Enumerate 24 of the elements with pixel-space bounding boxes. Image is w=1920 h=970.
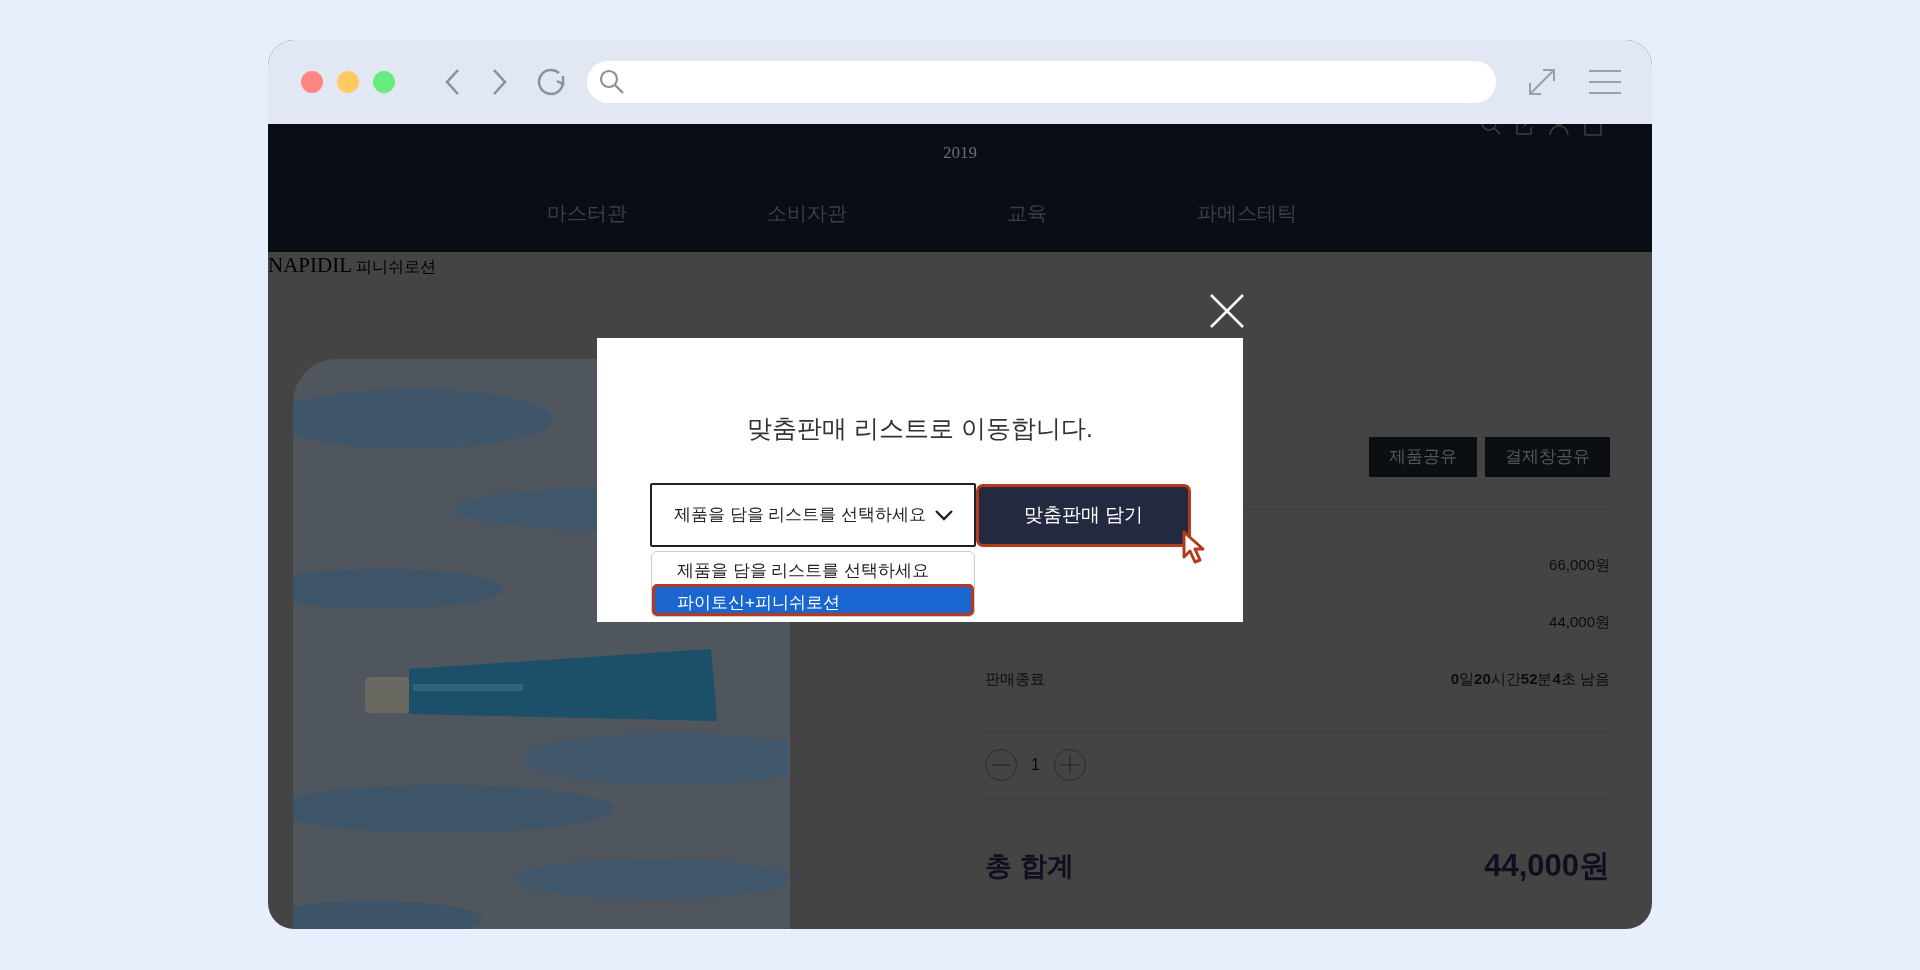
window-maximize-button[interactable]	[373, 71, 395, 93]
add-to-list-button[interactable]: 맞춤판매 담기	[976, 484, 1191, 547]
logo-year: 2019	[943, 142, 977, 164]
window-minimize-button[interactable]	[337, 71, 359, 93]
countdown-text: 0일20시간52분4초 남음	[1450, 668, 1610, 689]
menu-icon[interactable]	[1588, 68, 1622, 96]
modal-message: 맞춤판매 리스트로 이동합니다.	[746, 413, 1094, 444]
cursor-icon	[1181, 529, 1207, 565]
list-select[interactable]: 제품을 담을 리스트를 선택하세요	[650, 483, 976, 547]
window-close-button[interactable]	[301, 71, 323, 93]
share-button[interactable]: 제품공유	[1369, 437, 1477, 477]
share-button[interactable]: 결제창공유	[1485, 437, 1610, 477]
quantity-value: 1	[1031, 755, 1040, 775]
price-value: 44,000원	[1549, 611, 1610, 632]
expand-icon[interactable]	[1526, 66, 1558, 98]
address-bar[interactable]	[587, 61, 1496, 103]
close-icon	[1209, 293, 1245, 329]
breadcrumb: NAPIDIL 피니쉬로션	[268, 252, 438, 278]
search-icon	[599, 69, 625, 95]
price-value: 66,000원	[1549, 554, 1610, 575]
close-button[interactable]	[1209, 293, 1245, 329]
dropdown-option[interactable]: 제품을 담을 리스트를 선택하세요	[652, 552, 974, 584]
dropdown-option[interactable]: 파이토신+피니쉬로션	[652, 584, 974, 616]
sale-end-label: 판매종료	[985, 668, 1045, 689]
